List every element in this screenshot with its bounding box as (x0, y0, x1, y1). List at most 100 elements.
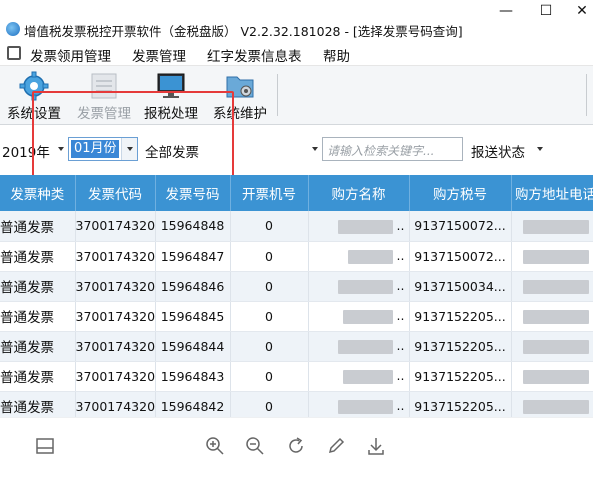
redacted-block (342, 309, 393, 324)
cell-buyer-name: .. (308, 271, 410, 302)
cell-address (511, 241, 593, 272)
cell-machine: 0 (230, 331, 309, 362)
menu-invoice-manage[interactable]: 发票管理 (132, 45, 186, 65)
redacted-block (522, 399, 589, 414)
redacted-block (522, 369, 589, 384)
cell-buyer-name-text: .. (396, 278, 405, 294)
cell-address (511, 271, 593, 302)
cell-address (511, 361, 593, 392)
table-row[interactable]: 普通发票 3700174320 15964848 0 .. 9137150072… (0, 211, 593, 242)
cell-code: 3700174320 (75, 211, 156, 242)
menu-app-icon[interactable] (7, 46, 21, 60)
cell-tax-id: 9137152205... (409, 391, 512, 417)
cell-machine: 0 (230, 241, 309, 272)
app-logo-icon (6, 22, 20, 36)
chevron-down-icon[interactable] (537, 147, 543, 151)
cell-machine: 0 (230, 271, 309, 302)
cell-address (511, 331, 593, 362)
chevron-down-icon[interactable] (312, 147, 318, 151)
search-placeholder: 请输入检索关键字... (327, 144, 435, 158)
layout-icon[interactable] (35, 436, 55, 456)
cell-code: 3700174320 (75, 391, 156, 417)
redacted-block (522, 309, 589, 324)
redacted-block (522, 279, 589, 294)
column-header[interactable]: 发票种类 (0, 175, 76, 211)
toolbar-separator (277, 74, 278, 116)
cell-code: 3700174320 (75, 331, 156, 362)
column-header[interactable]: 发票号码 (155, 175, 231, 211)
cell-tax-id: 9137150034... (409, 271, 512, 302)
table-row[interactable]: 普通发票 3700174320 15964842 0 .. 9137152205… (0, 391, 593, 417)
table-row[interactable]: 普通发票 3700174320 15964847 0 .. 9137150072… (0, 241, 593, 272)
cell-buyer-name-text: .. (396, 218, 405, 233)
cell-buyer-name: .. (308, 331, 410, 362)
cell-number: 15964843 (155, 361, 231, 392)
download-icon[interactable] (366, 436, 386, 456)
cell-buyer-name-text: .. (396, 338, 405, 354)
menu-bar: 发票领用管理 发票管理 红字发票信息表 帮助 (0, 40, 593, 66)
zoom-out-icon[interactable] (245, 436, 265, 456)
column-header[interactable]: 购方名称 (308, 175, 410, 211)
column-header[interactable]: 购方地址电话 (511, 175, 593, 211)
table-row[interactable]: 普通发票 3700174320 15964843 0 .. 9137152205… (0, 361, 593, 392)
zoom-in-icon[interactable] (205, 436, 225, 456)
redacted-block (337, 339, 393, 354)
menu-help[interactable]: 帮助 (323, 45, 350, 65)
cell-code: 3700174320 (75, 301, 156, 332)
redacted-block (347, 249, 393, 264)
redacted-block (337, 219, 393, 234)
cell-buyer-name: .. (308, 361, 410, 392)
cell-tax-id: 9137150072... (409, 211, 512, 242)
edit-icon[interactable] (326, 436, 346, 456)
redacted-block (522, 339, 589, 354)
cell-buyer-name: .. (308, 301, 410, 332)
cell-type: 普通发票 (0, 211, 76, 242)
cell-address (511, 391, 593, 417)
cell-number: 15964842 (155, 391, 231, 417)
cell-tax-id: 9137152205... (409, 301, 512, 332)
refresh-icon[interactable] (286, 436, 306, 456)
cell-number: 15964846 (155, 271, 231, 302)
column-header[interactable]: 发票代码 (75, 175, 156, 211)
title-bar: 增值税发票税控开票软件（金税盘版） V2.2.32.181028 - [选择发票… (0, 0, 593, 40)
cell-address (511, 211, 593, 242)
cell-machine: 0 (230, 361, 309, 392)
table-row[interactable]: 普通发票 3700174320 15964845 0 .. 9137152205… (0, 301, 593, 332)
cell-buyer-name-text: .. (396, 308, 405, 324)
cell-buyer-name-text: .. (396, 398, 405, 414)
cell-code: 3700174320 (75, 241, 156, 272)
highlight-annotation (32, 91, 234, 178)
menu-invoice-receive[interactable]: 发票领用管理 (30, 45, 111, 65)
cell-tax-id: 9137152205... (409, 331, 512, 362)
menu-red-invoice-info[interactable]: 红字发票信息表 (207, 45, 302, 65)
cell-machine: 0 (230, 301, 309, 332)
report-status-select[interactable]: 报送状态 (471, 141, 525, 161)
cell-type: 普通发票 (0, 271, 76, 302)
close-button[interactable]: ✕ (572, 2, 592, 20)
window-title: 增值税发票税控开票软件（金税盘版） V2.2.32.181028 - [选择发票… (24, 24, 463, 39)
redacted-block (342, 369, 393, 384)
cell-buyer-name-text: .. (396, 368, 405, 384)
column-header[interactable]: 购方税号 (409, 175, 512, 211)
cell-tax-id: 9137152205... (409, 361, 512, 392)
cell-type: 普通发票 (0, 361, 76, 392)
redacted-block (337, 399, 393, 414)
bottom-toolbar (0, 417, 593, 477)
cell-buyer-name: .. (308, 211, 410, 242)
search-input[interactable]: 请输入检索关键字... (322, 137, 463, 161)
toolbar-separator (586, 74, 587, 116)
cell-buyer-name: .. (308, 391, 410, 417)
table-header-row: 发票种类 发票代码 发票号码 开票机号 购方名称 购方税号 购方地址电话 (0, 175, 593, 211)
column-header[interactable]: 开票机号 (230, 175, 309, 211)
cell-type: 普通发票 (0, 331, 76, 362)
redacted-block (337, 279, 393, 294)
table-row[interactable]: 普通发票 3700174320 15964846 0 .. 9137150034… (0, 271, 593, 302)
cell-type: 普通发票 (0, 391, 76, 417)
cell-code: 3700174320 (75, 271, 156, 302)
maximize-button[interactable]: ☐ (536, 2, 556, 20)
redacted-block (522, 249, 589, 264)
cell-buyer-name: .. (308, 241, 410, 272)
table-row[interactable]: 普通发票 3700174320 15964844 0 .. 9137152205… (0, 331, 593, 362)
minimize-button[interactable]: — (496, 2, 516, 20)
invoice-table: 发票种类 发票代码 发票号码 开票机号 购方名称 购方税号 购方地址电话 普通发… (0, 175, 593, 417)
